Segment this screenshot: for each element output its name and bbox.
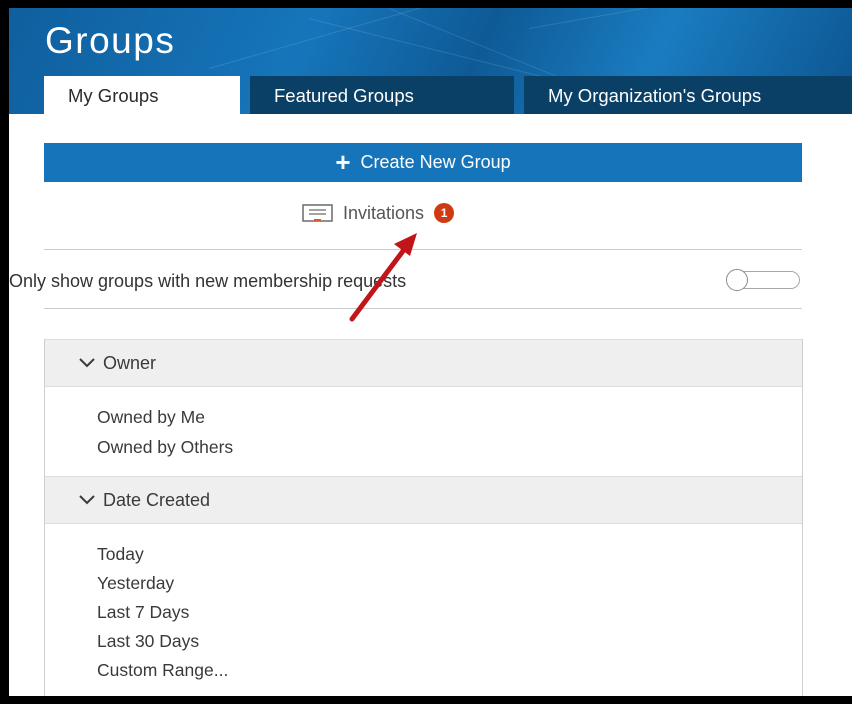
- tab-featured-groups[interactable]: Featured Groups: [250, 76, 514, 114]
- owner-section-title: Owner: [103, 352, 157, 373]
- filter-today[interactable]: Today: [97, 544, 144, 565]
- filter-owned-by-me[interactable]: Owned by Me: [97, 407, 205, 428]
- membership-requests-label: Only show groups with new membership req…: [9, 270, 407, 291]
- date-created-section-header[interactable]: Date Created: [45, 476, 802, 524]
- chevron-down-icon: [79, 495, 95, 505]
- create-new-group-label: Create New Group: [360, 152, 511, 172]
- groups-header: Groups My Groups Featured Groups My Orga…: [9, 8, 852, 114]
- invitations-link[interactable]: Invitations 1: [302, 200, 455, 226]
- invitations-label: Invitations: [343, 202, 425, 223]
- tab-my-organizations-groups[interactable]: My Organization's Groups: [524, 76, 852, 114]
- plus-icon: +: [335, 146, 351, 177]
- filter-panel: Owner Owned by Me Owned by Others Date C…: [44, 339, 803, 696]
- filter-last-7-days[interactable]: Last 7 Days: [97, 602, 189, 623]
- groups-panel: Groups My Groups Featured Groups My Orga…: [9, 8, 852, 696]
- divider: [44, 249, 802, 250]
- date-created-section-title: Date Created: [103, 489, 211, 510]
- filter-yesterday[interactable]: Yesterday: [97, 573, 174, 594]
- create-new-group-button[interactable]: + Create New Group: [44, 143, 802, 182]
- tab-my-groups[interactable]: My Groups: [44, 76, 240, 114]
- invitation-icon: [302, 204, 333, 222]
- chevron-down-icon: [79, 358, 95, 368]
- divider: [44, 308, 802, 309]
- filter-last-30-days[interactable]: Last 30 Days: [97, 631, 199, 652]
- membership-requests-filter: Only show groups with new membership req…: [9, 266, 809, 296]
- membership-requests-toggle[interactable]: [726, 269, 800, 291]
- invitations-count-badge: 1: [434, 203, 455, 223]
- tab-bar: My Groups Featured Groups My Organizatio…: [9, 76, 852, 114]
- page-title: Groups: [45, 20, 176, 61]
- owner-section-header[interactable]: Owner: [45, 339, 802, 387]
- filter-custom-range[interactable]: Custom Range...: [97, 660, 228, 681]
- filter-owned-by-others[interactable]: Owned by Others: [97, 437, 233, 458]
